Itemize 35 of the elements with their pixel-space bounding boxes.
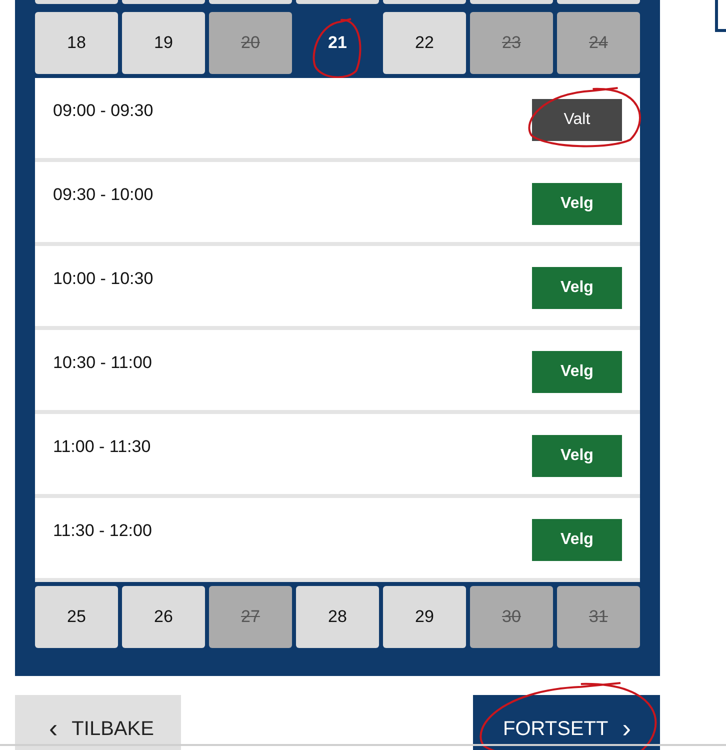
day-cell[interactable]: 18: [35, 12, 118, 74]
day-cell: 23: [470, 12, 553, 74]
day-cell[interactable]: [122, 0, 205, 4]
day-cell: 24: [557, 12, 640, 74]
choose-button[interactable]: Velg: [532, 519, 622, 561]
day-cell[interactable]: [557, 0, 640, 4]
slot-time: 09:30 - 10:00: [53, 185, 154, 205]
day-cell[interactable]: 21: [296, 12, 379, 74]
day-cell[interactable]: [209, 0, 292, 4]
continue-button[interactable]: FORTSETT ›: [473, 695, 660, 750]
back-button[interactable]: ‹ TILBAKE: [15, 695, 181, 750]
day-cell[interactable]: [383, 0, 466, 4]
day-cell: 31: [557, 586, 640, 648]
slot-time: 10:30 - 11:00: [53, 353, 152, 373]
chosen-button[interactable]: Valt: [532, 99, 622, 141]
choose-button[interactable]: Velg: [532, 183, 622, 225]
day-cell: 30: [470, 586, 553, 648]
slot-time: 11:00 - 11:30: [53, 437, 151, 457]
day-cell[interactable]: 22: [383, 12, 466, 74]
choose-button[interactable]: Velg: [532, 435, 622, 477]
day-cell[interactable]: 25: [35, 586, 118, 648]
day-cell[interactable]: 19: [122, 12, 205, 74]
day-cell[interactable]: [296, 0, 379, 4]
day-cell[interactable]: 29: [383, 586, 466, 648]
choose-button[interactable]: Velg: [532, 351, 622, 393]
slot-time: 09:00 - 09:30: [53, 101, 154, 121]
day-cell[interactable]: [35, 0, 118, 4]
day-cell: 20: [209, 12, 292, 74]
day-cell[interactable]: 26: [122, 586, 205, 648]
choose-button[interactable]: Velg: [532, 267, 622, 309]
slot-time: 11:30 - 12:00: [53, 521, 152, 541]
day-cell[interactable]: 28: [296, 586, 379, 648]
day-cell[interactable]: [470, 0, 553, 4]
day-cell: 27: [209, 586, 292, 648]
slot-time: 10:00 - 10:30: [53, 269, 154, 289]
